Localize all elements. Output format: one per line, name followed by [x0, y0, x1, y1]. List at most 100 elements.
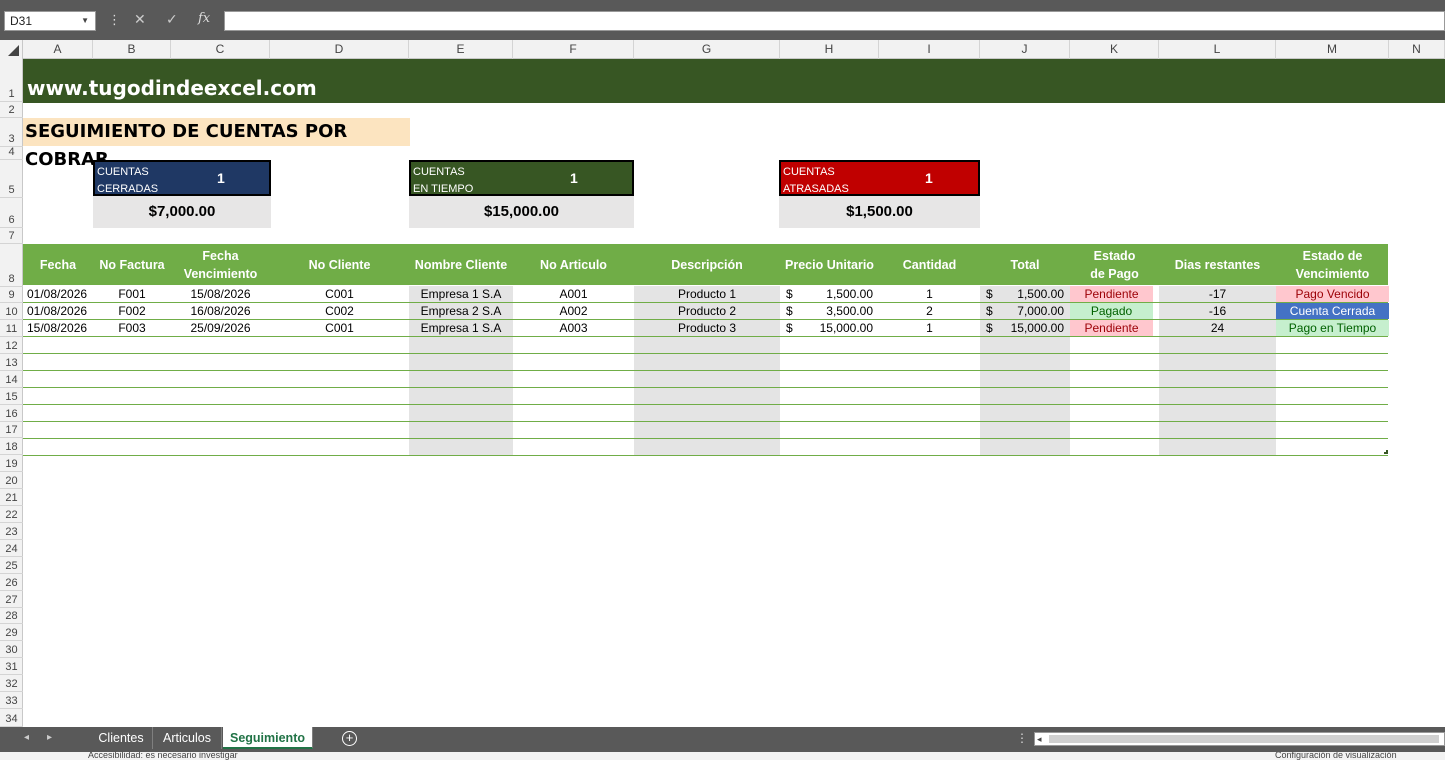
cell-precio[interactable]: [780, 439, 879, 455]
row-header-4[interactable]: 4: [0, 146, 23, 160]
cell-descripcion[interactable]: [634, 354, 780, 370]
worksheet-grid[interactable]: www.tugodindeexcel.com SEGUIMIENTO DE CU…: [23, 59, 1445, 727]
cell-estado-pago[interactable]: Pagado: [1070, 303, 1159, 319]
cell-estado-venc[interactable]: [1276, 337, 1389, 353]
column-header-j[interactable]: J: [980, 40, 1070, 59]
accessibility-status[interactable]: Accesibilidad: es necesario investigar: [88, 752, 238, 760]
cell-articulo[interactable]: [513, 337, 634, 353]
cell-factura[interactable]: [93, 371, 171, 387]
cell-total[interactable]: $7,000.00: [980, 303, 1070, 319]
cell-articulo[interactable]: [513, 388, 634, 404]
cell-fecha[interactable]: 01/08/2026: [23, 286, 93, 302]
chevron-down-icon[interactable]: ▼: [81, 12, 89, 30]
cell-cantidad[interactable]: [879, 337, 980, 353]
cell-fecha[interactable]: [23, 388, 93, 404]
cell-precio[interactable]: [780, 371, 879, 387]
cell-cantidad[interactable]: [879, 422, 980, 438]
row-header-14[interactable]: 14: [0, 371, 23, 388]
cell-estado-pago[interactable]: Pendiente: [1070, 286, 1159, 302]
cell-descripcion[interactable]: [634, 371, 780, 387]
column-header-e[interactable]: E: [409, 40, 513, 59]
row-header-11[interactable]: 11: [0, 320, 23, 337]
check-icon[interactable]: ✓: [166, 11, 178, 28]
cell-dias[interactable]: -16: [1159, 303, 1276, 319]
row-header-1[interactable]: 1: [0, 59, 23, 102]
cell-articulo[interactable]: [513, 422, 634, 438]
cell-cliente[interactable]: [270, 371, 409, 387]
tab-clientes[interactable]: Clientes: [90, 727, 153, 749]
cell-estado-venc[interactable]: Cuenta Cerrada: [1276, 303, 1389, 319]
cell-estado-pago[interactable]: [1070, 337, 1159, 353]
cell-dias[interactable]: [1159, 388, 1276, 404]
row-header-19[interactable]: 19: [0, 455, 23, 472]
cell-nombre[interactable]: [409, 337, 513, 353]
table-row[interactable]: [23, 405, 1388, 422]
cell-articulo[interactable]: [513, 354, 634, 370]
row-header-24[interactable]: 24: [0, 540, 23, 557]
cell-articulo[interactable]: [513, 405, 634, 421]
cell-estado-pago[interactable]: Pendiente: [1070, 320, 1159, 336]
cell-precio[interactable]: [780, 405, 879, 421]
table-row[interactable]: [23, 337, 1388, 354]
cell-dias[interactable]: [1159, 371, 1276, 387]
row-header-32[interactable]: 32: [0, 675, 23, 692]
cell-cantidad[interactable]: 1: [879, 320, 980, 336]
row-header-23[interactable]: 23: [0, 523, 23, 540]
row-header-25[interactable]: 25: [0, 557, 23, 574]
more-options-icon[interactable]: ⋮: [1016, 731, 1028, 745]
cell-vencimiento[interactable]: [171, 439, 270, 455]
row-header-13[interactable]: 13: [0, 354, 23, 371]
cell-factura[interactable]: [93, 388, 171, 404]
cell-dias[interactable]: [1159, 354, 1276, 370]
column-header-k[interactable]: K: [1070, 40, 1159, 59]
cell-nombre[interactable]: [409, 422, 513, 438]
row-header-3[interactable]: 3: [0, 118, 23, 147]
cell-vencimiento[interactable]: [171, 371, 270, 387]
cell-total[interactable]: [980, 422, 1070, 438]
cell-cliente[interactable]: C001: [270, 320, 409, 336]
column-header-n[interactable]: N: [1389, 40, 1445, 59]
tab-articulos[interactable]: Articulos: [153, 727, 222, 749]
cell-total[interactable]: $15,000.00: [980, 320, 1070, 336]
cell-descripcion[interactable]: Producto 3: [634, 320, 780, 336]
cell-fecha[interactable]: 01/08/2026: [23, 303, 93, 319]
cell-estado-pago[interactable]: [1070, 388, 1159, 404]
table-row[interactable]: 01/08/2026 F001 15/08/2026 C001 Empresa 1 S.…: [23, 286, 1389, 303]
cell-precio[interactable]: $1,500.00: [780, 286, 879, 302]
cell-nombre[interactable]: Empresa 2 S.A: [409, 303, 513, 319]
row-header-17[interactable]: 17: [0, 422, 23, 438]
cell-cantidad[interactable]: [879, 405, 980, 421]
column-header-b[interactable]: B: [93, 40, 171, 59]
table-row[interactable]: 01/08/2026 F002 16/08/2026 C002 Empresa 2 S.…: [23, 303, 1389, 320]
cell-estado-venc[interactable]: Pago en Tiempo: [1276, 320, 1389, 336]
row-header-9[interactable]: 9: [0, 287, 23, 303]
cell-estado-pago[interactable]: [1070, 371, 1159, 387]
cell-dias[interactable]: -17: [1159, 286, 1276, 302]
cell-precio[interactable]: [780, 354, 879, 370]
row-header-10[interactable]: 10: [0, 303, 23, 320]
cell-total[interactable]: [980, 388, 1070, 404]
cell-descripcion[interactable]: [634, 422, 780, 438]
cell-precio[interactable]: $3,500.00: [780, 303, 879, 319]
scrollbar-thumb[interactable]: [1049, 735, 1439, 743]
cell-nombre[interactable]: Empresa 1 S.A: [409, 286, 513, 302]
cell-total[interactable]: [980, 405, 1070, 421]
row-header-20[interactable]: 20: [0, 472, 23, 489]
row-header-15[interactable]: 15: [0, 388, 23, 405]
cell-total[interactable]: [980, 439, 1070, 455]
name-box[interactable]: D31 ▼: [4, 11, 96, 31]
scroll-left-icon[interactable]: ◂: [1037, 733, 1042, 745]
more-options-icon[interactable]: ⋮: [108, 12, 121, 28]
column-header-g[interactable]: G: [634, 40, 780, 59]
cell-vencimiento[interactable]: [171, 388, 270, 404]
cell-fecha[interactable]: [23, 337, 93, 353]
cell-estado-venc[interactable]: [1276, 388, 1389, 404]
cell-estado-pago[interactable]: [1070, 422, 1159, 438]
cell-articulo[interactable]: A001: [513, 286, 634, 302]
cell-cliente[interactable]: [270, 439, 409, 455]
cell-cliente[interactable]: [270, 388, 409, 404]
cell-estado-pago[interactable]: [1070, 405, 1159, 421]
table-resize-handle[interactable]: [1384, 450, 1388, 454]
column-header-f[interactable]: F: [513, 40, 634, 59]
cell-factura[interactable]: F003: [93, 320, 171, 336]
